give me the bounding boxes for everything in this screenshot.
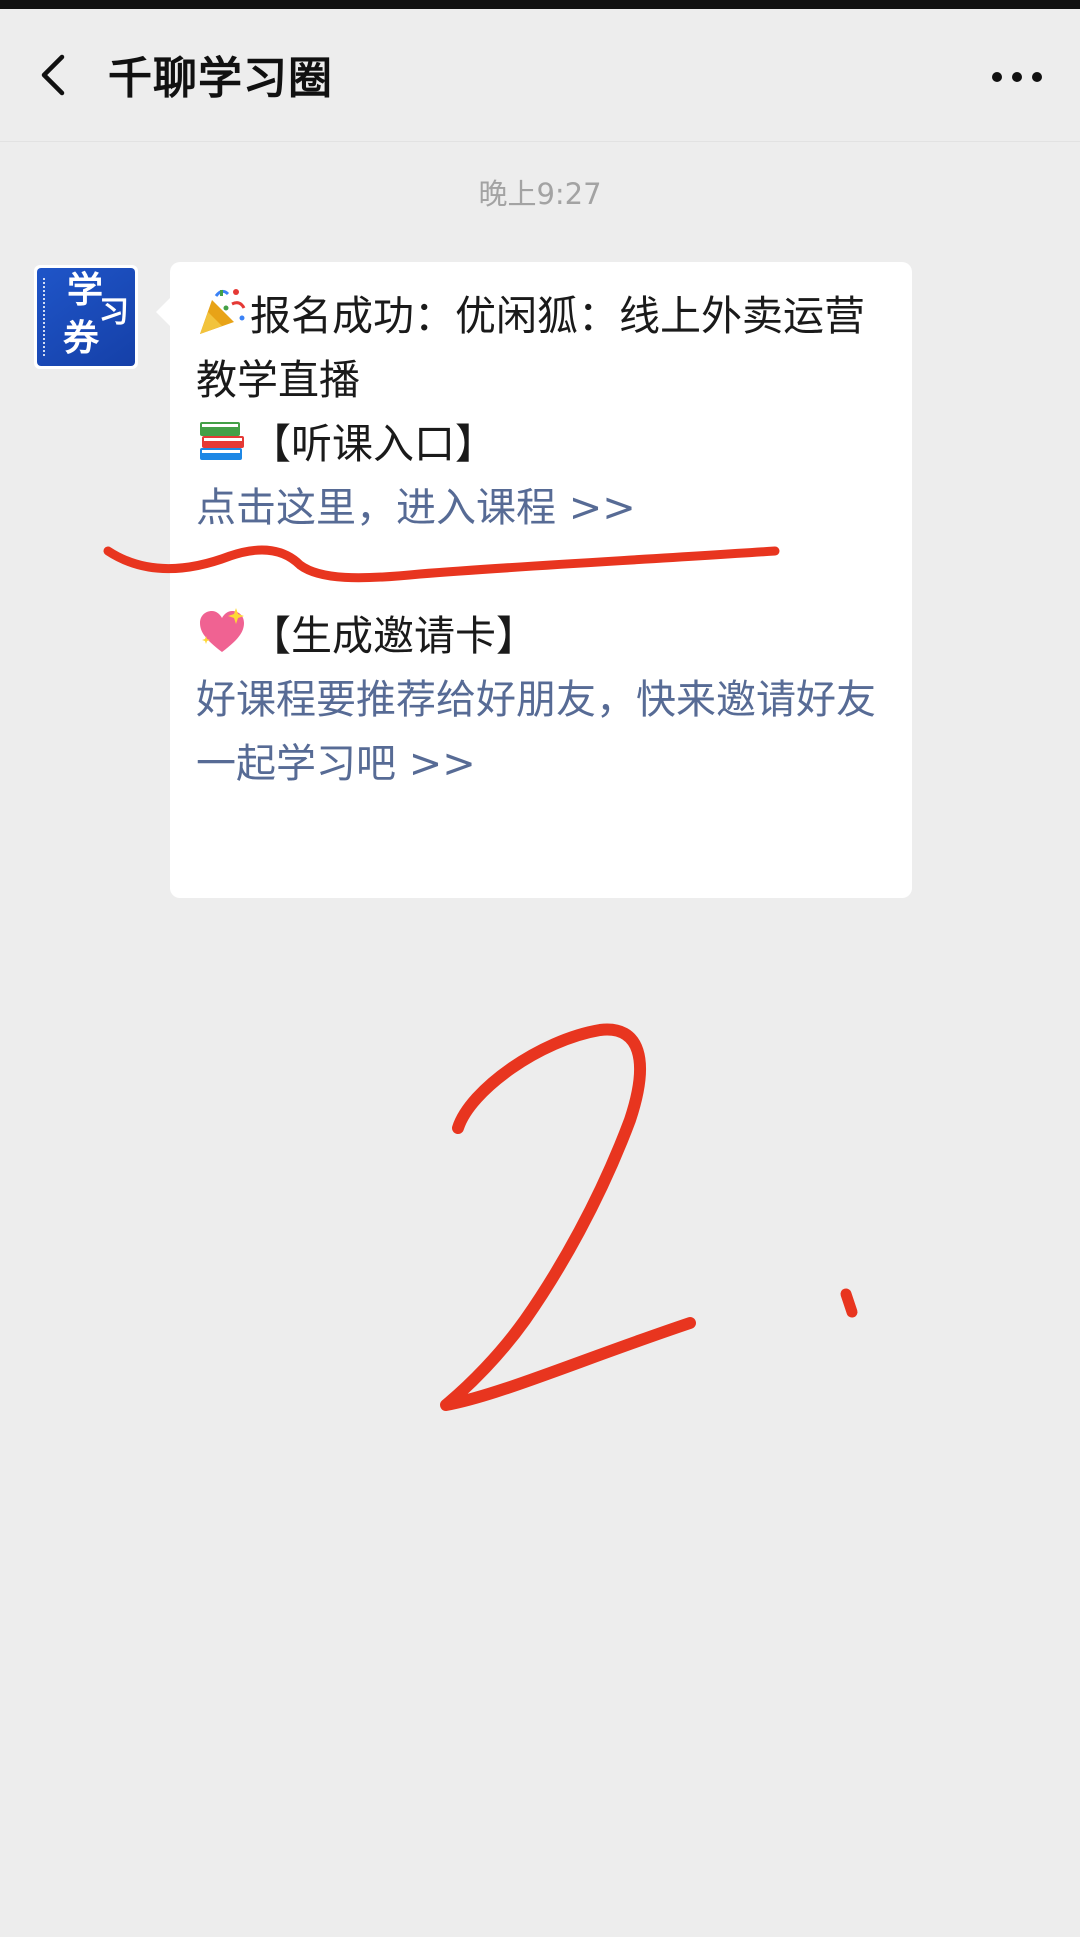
listen-label: 【听课入口】 (250, 420, 496, 468)
avatar-char-1: 学 (67, 269, 104, 311)
invite-friends-link[interactable]: 好课程要推荐给好朋友，快来邀请好友一起学习吧 >> (196, 668, 888, 796)
bubble-tail (156, 298, 170, 326)
chat-title: 千聊学习圈 (108, 53, 333, 104)
message-bubble[interactable]: 报名成功：优闲狐：线上外卖运营教学直播 【听课入口】 点击这里，进入课程 >> … (156, 262, 912, 898)
chevron-left-icon (41, 54, 65, 96)
back-button[interactable] (22, 43, 86, 107)
handwritten-dot (840, 1288, 858, 1318)
avatar-char-3: 券 (63, 317, 100, 359)
invite-label: 【生成邀请卡】 (250, 612, 537, 660)
avatar-ticket-edge (43, 278, 53, 356)
listen-label-row: 【听课入口】 (196, 412, 888, 476)
message-headline-row: 报名成功：优闲狐：线上外卖运营教学直播 (196, 284, 888, 412)
sender-avatar[interactable]: 学 习 券 (34, 265, 138, 369)
sparkling-heart-icon (200, 608, 244, 652)
status-bar-strip (0, 0, 1080, 9)
more-dots-icon (992, 72, 1042, 82)
handwritten-number-two (440, 1023, 696, 1411)
more-options-button[interactable] (982, 49, 1052, 105)
message-timestamp: 晚上9:27 (478, 177, 602, 211)
party-popper-icon (200, 289, 246, 334)
avatar-logo: 学 习 券 (37, 268, 135, 366)
avatar-char-2: 习 (99, 295, 129, 330)
books-icon (200, 422, 244, 460)
message-headline: 报名成功：优闲狐：线上外卖运营教学直播 (196, 292, 865, 404)
enter-course-link[interactable]: 点击这里，进入课程 >> (196, 476, 888, 540)
invite-label-row: 【生成邀请卡】 (196, 604, 888, 668)
nav-bar: 千聊学习圈 (0, 9, 1080, 142)
